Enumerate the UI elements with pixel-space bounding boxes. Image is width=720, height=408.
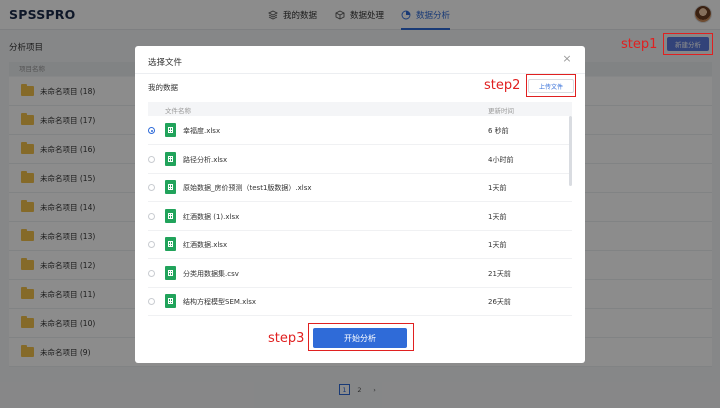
file-name: 原始数据_房价预测（test1版数据）.xlsx: [183, 184, 312, 192]
spreadsheet-file-icon: [165, 265, 176, 280]
column-file-name: 文件名称: [165, 107, 191, 115]
file-name: 路径分析.xlsx: [183, 155, 228, 164]
file-row[interactable]: 分类用数据集.csv 21天前: [148, 260, 572, 288]
close-icon[interactable]: ×: [562, 53, 572, 64]
dialog-divider: [135, 73, 585, 74]
file-name: 结构方程模型SEM.xlsx: [183, 298, 257, 306]
file-radio[interactable]: [148, 212, 155, 220]
spreadsheet-file-icon: [165, 180, 176, 194]
spreadsheet-file-icon: [165, 294, 176, 308]
file-update-time: 21天前: [488, 269, 511, 278]
file-update-time: 1天前: [488, 241, 507, 249]
file-radio[interactable]: [148, 269, 155, 277]
file-name: 分类用数据集.csv: [183, 269, 239, 278]
file-update-time: 4小时前: [488, 155, 514, 164]
spreadsheet-file-icon: [165, 237, 176, 251]
dialog-title: 选择文件: [148, 58, 183, 68]
spreadsheet-file-icon: [165, 208, 176, 223]
file-row[interactable]: 结构方程模型SEM.xlsx 26天前: [148, 288, 572, 316]
file-radio[interactable]: [148, 184, 155, 191]
step1-label: step1: [621, 37, 658, 52]
spreadsheet-file-icon: [165, 123, 176, 137]
step2-label: step2: [484, 78, 521, 93]
file-name: 红酒数据 (1).xlsx: [183, 212, 240, 221]
select-file-dialog: 选择文件 × 我的数据 上传文件 文件名称 更新时间 幸福度.xlsx 6 秒前路…: [135, 46, 585, 363]
file-list-scrollbar[interactable]: [569, 116, 572, 186]
step1-highlight-box: [663, 33, 713, 55]
file-update-time: 6 秒前: [488, 127, 509, 135]
file-row[interactable]: 红酒数据.xlsx 1天前: [148, 231, 572, 259]
file-update-time: 1天前: [488, 184, 507, 192]
file-name: 红酒数据.xlsx: [183, 241, 228, 249]
file-radio[interactable]: [148, 298, 155, 305]
file-update-time: 1天前: [488, 212, 507, 221]
file-row[interactable]: 幸福度.xlsx 6 秒前: [148, 117, 572, 145]
file-radio[interactable]: [148, 241, 155, 248]
file-row[interactable]: 路径分析.xlsx 4小时前: [148, 146, 572, 174]
file-table-header: 文件名称 更新时间: [148, 102, 572, 116]
column-update-time: 更新时间: [488, 107, 514, 115]
file-row[interactable]: 原始数据_房价预测（test1版数据）.xlsx 1天前: [148, 174, 572, 202]
file-row[interactable]: 红酒数据 (1).xlsx 1天前: [148, 203, 572, 231]
section-label: 我的数据: [148, 83, 178, 92]
step3-label: step3: [268, 331, 305, 346]
spreadsheet-file-icon: [165, 151, 176, 166]
file-update-time: 26天前: [488, 298, 511, 306]
file-radio[interactable]: [148, 127, 155, 134]
file-name: 幸福度.xlsx: [183, 127, 221, 135]
file-radio[interactable]: [148, 155, 155, 163]
step3-highlight-box: [308, 323, 414, 351]
step2-highlight-box: [526, 74, 576, 97]
